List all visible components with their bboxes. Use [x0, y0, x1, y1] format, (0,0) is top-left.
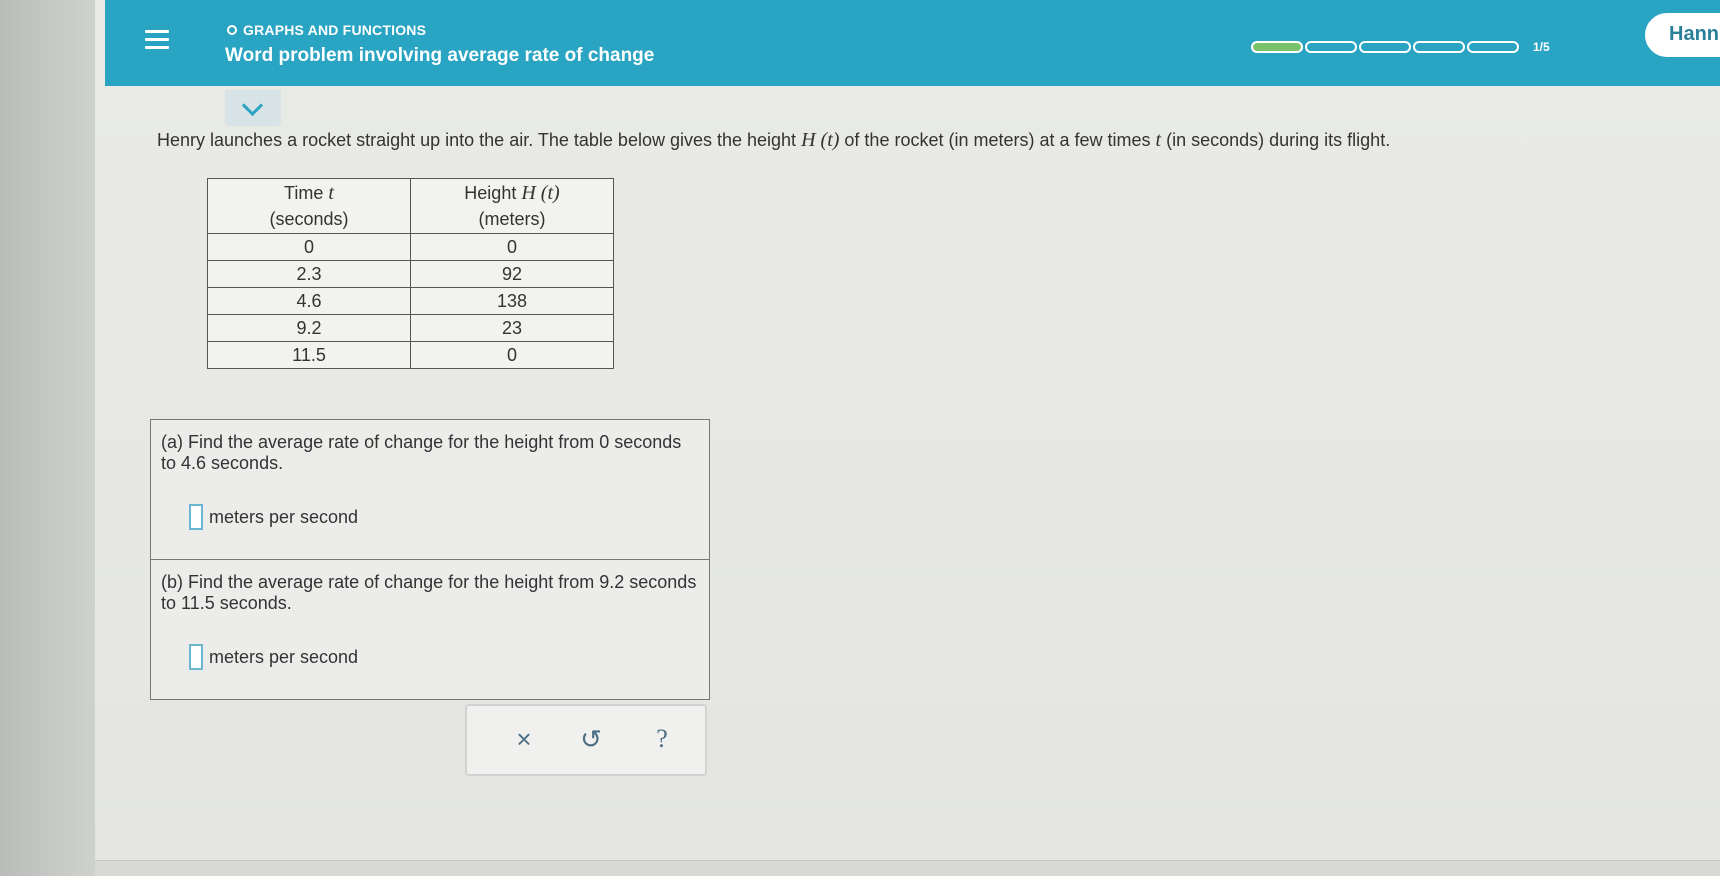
screen: GRAPHS AND FUNCTIONS Word problem involv…: [0, 0, 1720, 876]
answer-a-unit: meters per second: [209, 506, 359, 527]
problem-statement: Henry launches a rocket straight up into…: [157, 129, 1391, 151]
help-icon: ?: [656, 724, 668, 753]
topic-label: GRAPHS AND FUNCTIONS: [227, 22, 426, 38]
question-a-box: (a) Find the average rate of change for …: [150, 419, 710, 560]
progress-count: 1/5: [1533, 40, 1550, 54]
time-cell: 4.6: [207, 287, 411, 315]
table-header-time: Time t (seconds): [207, 178, 411, 234]
header-bar: GRAPHS AND FUNCTIONS Word problem involv…: [105, 0, 1720, 86]
height-cell: 92: [410, 260, 614, 288]
answer-b-unit: meters per second: [209, 646, 359, 667]
progress-indicator: 1/5: [1251, 40, 1550, 54]
time-cell: 9.2: [207, 314, 411, 342]
topic-text: GRAPHS AND FUNCTIONS: [243, 22, 427, 38]
progress-segment: [1467, 41, 1519, 53]
table-row: 9.2 23: [207, 314, 614, 342]
chevron-down-icon: [241, 94, 264, 117]
question-b-text: (b) Find the average rate of change for …: [161, 572, 697, 613]
table-header-height: Height H (t) (meters): [410, 178, 614, 234]
height-cell: 23: [410, 314, 614, 342]
answer-b-input[interactable]: [189, 644, 203, 670]
question-a-text: (a) Find the average rate of change for …: [161, 432, 682, 473]
math-H: H: [801, 129, 816, 151]
answer-toolbar: × ↺ ?: [465, 704, 707, 776]
table-row: 0 0: [207, 233, 614, 261]
menu-button[interactable]: [145, 30, 169, 54]
question-b-box: (b) Find the average rate of change for …: [150, 559, 710, 700]
data-table: Time t (seconds) Height H (t) (meters) 0…: [207, 178, 614, 369]
table-row: 4.6 138: [207, 287, 614, 315]
progress-segment: [1305, 41, 1357, 53]
undo-button[interactable]: ↺: [576, 724, 606, 754]
height-cell: 0: [410, 341, 614, 369]
answer-a-input[interactable]: [189, 504, 203, 530]
time-cell: 11.5: [207, 341, 411, 369]
height-cell: 0: [410, 233, 614, 261]
time-cell: 2.3: [207, 260, 411, 288]
answer-a: meters per second: [189, 504, 358, 530]
height-cell: 138: [410, 287, 614, 315]
table-row: 11.5 0: [207, 341, 614, 369]
user-menu-button[interactable]: Hann: [1645, 13, 1720, 57]
answer-b: meters per second: [189, 644, 358, 670]
progress-segment: [1413, 41, 1465, 53]
hamburger-icon: [145, 30, 169, 49]
page-title: Word problem involving average rate of c…: [225, 45, 655, 66]
undo-icon: ↺: [580, 724, 602, 754]
table-row: 2.3 92: [207, 260, 614, 288]
close-icon: ×: [516, 724, 532, 754]
progress-segment: [1251, 41, 1303, 53]
bottom-strip: [95, 860, 1720, 876]
collapse-button[interactable]: [225, 90, 281, 126]
topic-status-icon: [227, 25, 237, 35]
progress-segment: [1359, 41, 1411, 53]
help-button[interactable]: ?: [647, 724, 677, 754]
clear-button[interactable]: ×: [509, 724, 539, 754]
time-cell: 0: [207, 233, 411, 261]
